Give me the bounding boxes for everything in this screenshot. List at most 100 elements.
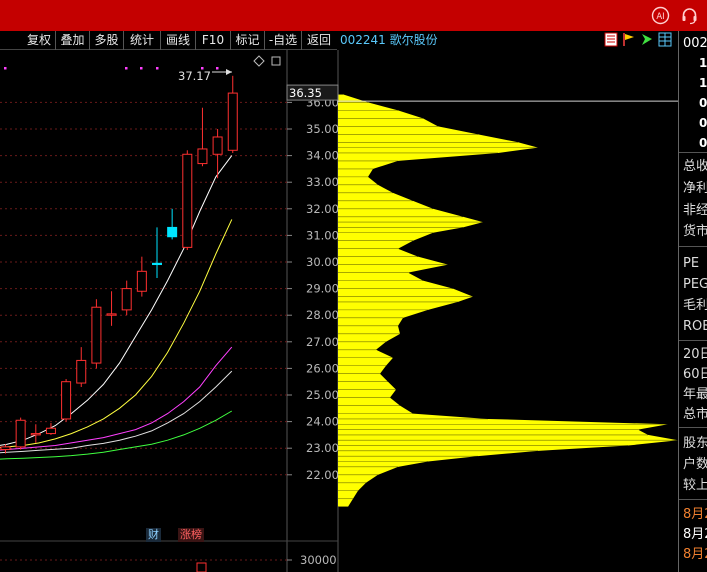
candle-body (76, 359, 87, 384)
ma-line-ma5 (0, 155, 233, 446)
candle-body (167, 226, 178, 238)
limit-list-badge[interactable]: 涨榜 (178, 528, 204, 542)
price-tick-label: 30.00 (306, 255, 339, 269)
chart-toolbar: 复权 叠加 多股 统计 画线 F10 标记 -自选 返回 (0, 31, 337, 50)
divider (679, 246, 707, 247)
candle-body (30, 433, 41, 436)
svg-text:AI: AI (656, 12, 664, 22)
kline-chart[interactable]: 36.0035.0034.0033.0032.0031.0030.0029.00… (0, 50, 678, 572)
current-price-label: 36.35 (289, 86, 322, 100)
candle-body (182, 153, 193, 248)
diamond-marker (253, 55, 265, 67)
ai-assistant-icon[interactable]: AI (651, 6, 670, 25)
restore-rights-button[interactable]: 复权 (23, 31, 56, 50)
candle-body (61, 381, 72, 420)
panel-label: 非经 (683, 203, 707, 218)
panel-value: 1. (699, 76, 707, 90)
chart-annotations: 37.17 (4, 55, 281, 83)
divider (679, 340, 707, 341)
panel-label: 总市 (683, 407, 707, 422)
volume-tick-label: 30000 (300, 553, 337, 567)
customer-service-icon[interactable] (680, 6, 699, 25)
panel-label: PEG (683, 277, 707, 292)
ma-line-ma30 (0, 370, 233, 454)
price-tick-label: 31.00 (306, 228, 339, 242)
back-button[interactable]: 返回 (302, 31, 336, 50)
price-tick-label: 27.00 (306, 335, 339, 349)
mark-button[interactable]: 标记 (231, 31, 265, 50)
high-arrow-head (226, 69, 232, 75)
price-tick-label: 33.00 (306, 175, 339, 189)
candlesticks (0, 75, 238, 572)
panel-label: ROE (683, 319, 707, 334)
panel-value: 0. (699, 116, 707, 130)
ma-line-ma10 (0, 219, 233, 448)
chip-distribution (338, 94, 678, 508)
date-item[interactable]: 8月2 (683, 547, 707, 563)
flag-icon[interactable] (622, 32, 636, 47)
divider (679, 152, 707, 153)
high-price-label: 37.17 (178, 69, 211, 83)
candle-body (106, 313, 117, 316)
chip-profile (338, 94, 678, 507)
candle-body (136, 270, 147, 292)
panel-code: 002 (683, 36, 707, 51)
panel-label: 户数 (683, 457, 707, 472)
draw-line-button[interactable]: 画线 (161, 31, 196, 50)
panel-label: 60日 (683, 367, 707, 382)
signal-dot (140, 67, 143, 70)
panel-label: PE (683, 256, 700, 271)
stock-code-name: 002241 歌尔股份 (340, 33, 438, 47)
title-bar: AI (0, 0, 707, 31)
candle-body (45, 427, 56, 435)
date-item[interactable]: 8月2 (683, 527, 707, 543)
price-tick-label: 34.00 (306, 149, 339, 163)
price-tick-label: 29.00 (306, 282, 339, 296)
candle-body (227, 92, 238, 151)
f10-button[interactable]: F10 (196, 31, 231, 50)
candle-body (212, 136, 223, 155)
signal-dot (4, 67, 7, 70)
finance-badge[interactable]: 财 (146, 528, 161, 542)
candle-body (197, 148, 208, 165)
candle-body (15, 419, 26, 448)
candle-body (152, 262, 162, 266)
signal-dot (201, 67, 204, 70)
panel-label: 净利 (683, 181, 707, 196)
panel-value: 0. (699, 96, 707, 110)
signal-arrow-icon[interactable] (640, 32, 654, 47)
volume-bar (196, 562, 207, 572)
price-tick-label: 22.00 (306, 468, 339, 482)
stock-info-panel: 002 1. 1. 0. 0. 0. 总收 净利 非经 货市 PE PEG 毛利… (678, 31, 707, 572)
panel-label: 较上 (683, 478, 707, 493)
signal-dot (216, 67, 219, 70)
panel-label: 毛利 (683, 298, 707, 313)
price-tick-label: 35.00 (306, 122, 339, 136)
panel-label: 货市 (683, 224, 707, 239)
ma-line-ma20 (0, 346, 233, 451)
divider (679, 499, 707, 500)
signal-dot (156, 67, 159, 70)
signal-dot (125, 67, 128, 70)
panel-value: 1. (699, 56, 707, 70)
price-grid (0, 50, 339, 572)
price-tick-label: 23.00 (306, 441, 339, 455)
fund-flow-icon[interactable] (604, 32, 618, 47)
price-tick-label: 26.00 (306, 361, 339, 375)
square-marker (271, 56, 281, 66)
price-tick-label: 28.00 (306, 308, 339, 322)
remove-watchlist-button[interactable]: -自选 (265, 31, 302, 50)
price-tick-label: 32.00 (306, 202, 339, 216)
grid-layout-icon[interactable] (658, 32, 672, 47)
divider (679, 427, 707, 428)
panel-label: 年最 (683, 387, 707, 402)
multi-stock-button[interactable]: 多股 (90, 31, 124, 50)
candle-body (121, 288, 132, 311)
panel-value: 0. (699, 136, 707, 150)
date-item[interactable]: 8月2 (683, 507, 707, 523)
panel-label: 总收 (683, 159, 707, 174)
overlay-button[interactable]: 叠加 (56, 31, 90, 50)
candle-body (0, 446, 11, 451)
panel-label: 股东 (683, 436, 707, 451)
statistics-button[interactable]: 统计 (124, 31, 161, 50)
